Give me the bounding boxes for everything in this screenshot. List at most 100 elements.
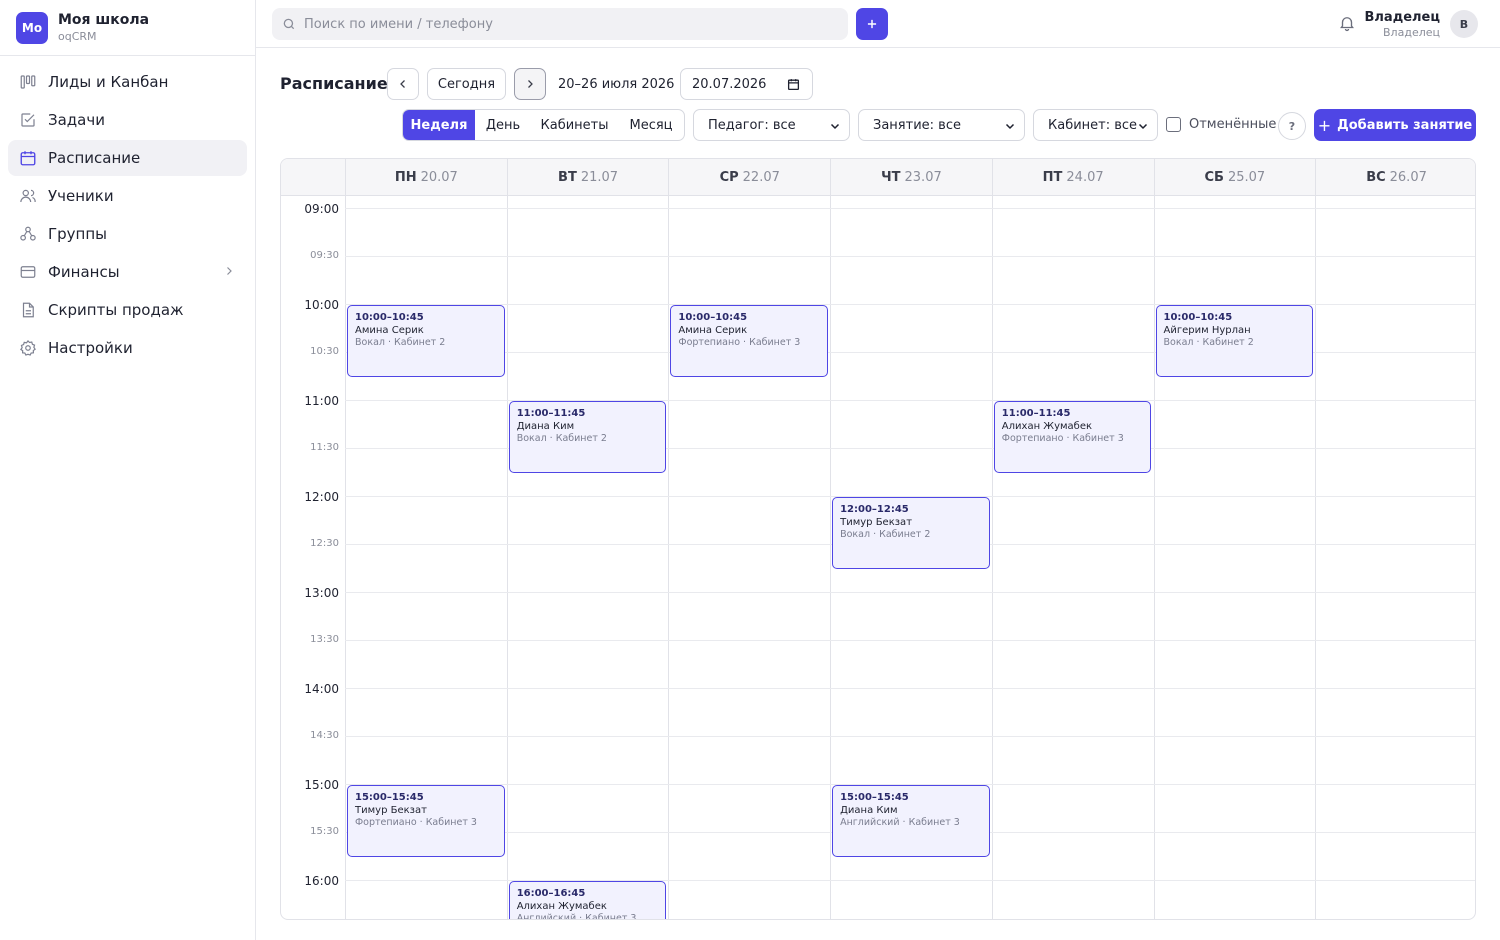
user-role: Владелец	[1383, 26, 1440, 39]
view-tab-1[interactable]: День	[475, 110, 531, 140]
time-label: 11:30	[310, 442, 339, 453]
user-menu[interactable]: Владелец Владелец	[1365, 10, 1441, 41]
chevron-down-icon	[830, 123, 840, 130]
sidebar-item-label: Настройки	[48, 339, 133, 357]
lesson-event[interactable]: 10:00–10:45 Айгерим Нурлан Вокал · Кабинет…	[1155, 305, 1314, 377]
sidebar-item-scripts[interactable]: Скрипты продаж	[8, 292, 247, 328]
search-box[interactable]	[272, 8, 848, 40]
cancelled-label: Отменённые	[1189, 117, 1277, 132]
sidebar-item-label: Расписание	[48, 149, 141, 167]
event-details: Фортепиано · Кабинет 3	[355, 817, 477, 828]
add-lesson-label: Добавить занятие	[1337, 117, 1473, 133]
lesson-event[interactable]: 15:00–15:45 Диана Ким Английский · Кабинет…	[832, 785, 990, 857]
time-label: 10:30	[310, 346, 339, 357]
add-lesson-button[interactable]: + Добавить занятие	[1314, 109, 1476, 141]
quick-add-button[interactable]	[856, 8, 888, 40]
brand[interactable]: Мо Моя школа oqCRM	[0, 0, 255, 56]
room-filter-select[interactable]: Кабинет: все	[1033, 109, 1158, 141]
day-header: ВС 26.07	[1315, 159, 1475, 196]
page-title: Расписание	[280, 74, 388, 93]
time-gridline	[345, 640, 1475, 641]
kanban-icon	[18, 72, 38, 92]
week-range-label: 20–26 июля 2026	[558, 77, 675, 92]
lesson-event[interactable]: 15:00–15:45 Тимур Бекзат Фортепиано · Каби…	[347, 785, 505, 857]
cancelled-checkbox[interactable]	[1166, 117, 1181, 132]
sidebar-item-students[interactable]: Ученики	[8, 178, 247, 214]
room-filter-value: Кабинет: все	[1048, 117, 1138, 133]
document-icon	[18, 300, 38, 320]
lesson-event[interactable]: 12:00–12:45 Тимур Бекзат Вокал · Кабинет 2	[832, 497, 990, 569]
event-student: Диана Ким	[840, 805, 898, 816]
event-student: Айгерим Нурлан	[1163, 325, 1251, 336]
sidebar-item-label: Ученики	[48, 187, 114, 205]
plus-icon	[867, 19, 877, 29]
day-date: 21.07	[580, 170, 619, 185]
sidebar: Мо Моя школа oqCRM Лиды и Канбан Задачи Ра…	[0, 0, 256, 940]
lesson-event[interactable]: 11:00–11:45 Диана Ким Вокал · Кабинет 2	[508, 401, 667, 473]
today-button[interactable]: Сегодня	[427, 68, 506, 100]
day-header: ВТ 21.07	[506, 159, 669, 196]
cancelled-toggle[interactable]: Отменённые	[1166, 117, 1276, 132]
event-student: Диана Ким	[516, 421, 575, 432]
search-input[interactable]	[304, 16, 824, 32]
time-label: 09:30	[310, 250, 339, 261]
sidebar-item-settings[interactable]: Настройки	[8, 330, 247, 366]
prev-week-button[interactable]	[387, 68, 419, 100]
day-of-week: СР	[719, 170, 739, 185]
lesson-event[interactable]: 10:00–10:45 Амина Серик Фортепиано · Кабин…	[670, 305, 829, 377]
view-tab-0[interactable]: Неделя	[403, 110, 475, 140]
calendar-header: ПН 20.07 ВТ 21.07 СР 22.07 ЧТ 23.07 ПТ 24.07 СБ 25.…	[281, 159, 1475, 196]
sidebar-item-label: Задачи	[48, 111, 105, 129]
lesson-event[interactable]: 16:00–16:45 Алихан Жумабек Английский · Ка…	[508, 881, 667, 920]
day-of-week: ПН	[394, 170, 417, 185]
gear-icon	[18, 338, 38, 358]
time-label: 10:00	[304, 298, 339, 312]
date-picker-input[interactable]: 20.07.2026	[680, 68, 813, 100]
day-date: 25.07	[1227, 170, 1266, 185]
day-header: СБ 25.07	[1153, 159, 1316, 196]
event-student: Тимур Бекзат	[840, 517, 913, 528]
time-label: 11:00	[304, 394, 339, 408]
event-time: 15:00–15:45	[840, 792, 909, 803]
day-of-week: ВТ	[558, 170, 577, 185]
day-of-week: ЧТ	[881, 170, 901, 185]
sidebar-item-groups[interactable]: Группы	[8, 216, 247, 252]
view-tab-2[interactable]: Кабинеты	[531, 110, 618, 140]
avatar[interactable]: В	[1450, 10, 1478, 38]
time-label: 15:00	[304, 778, 339, 792]
event-details: Английский · Кабинет 3	[516, 913, 637, 920]
event-details: Вокал · Кабинет 2	[840, 529, 931, 540]
event-details: Фортепиано · Кабинет 3	[678, 337, 801, 348]
calendar-picker-icon[interactable]	[787, 78, 800, 91]
teacher-filter-select[interactable]: Педагог: все	[693, 109, 850, 141]
event-details: Английский · Кабинет 3	[840, 817, 960, 828]
next-week-button[interactable]	[514, 68, 546, 100]
event-student: Алихан Жумабек	[1001, 421, 1093, 432]
lesson-filter-select[interactable]: Занятие: все	[858, 109, 1025, 141]
view-tab-3[interactable]: Месяц	[618, 110, 684, 140]
event-time: 11:00–11:45	[1001, 408, 1071, 419]
lesson-event[interactable]: 10:00–10:45 Амина Серик Вокал · Кабинет 2	[347, 305, 505, 377]
day-of-week: ВС	[1366, 170, 1386, 185]
wallet-icon	[18, 262, 38, 282]
time-label: 13:00	[304, 586, 339, 600]
notifications-button[interactable]	[1338, 14, 1358, 34]
event-details: Вокал · Кабинет 2	[516, 433, 607, 444]
day-header: ПТ 24.07	[991, 159, 1154, 196]
sidebar-item-schedule[interactable]: Расписание	[8, 140, 247, 176]
sidebar-item-leads[interactable]: Лиды и Канбан	[8, 64, 247, 100]
calendar-icon	[18, 148, 38, 168]
sidebar-item-label: Группы	[48, 225, 108, 243]
sidebar-item-finance[interactable]: Финансы	[8, 254, 247, 290]
help-button[interactable]: ?	[1278, 112, 1306, 140]
search-icon	[283, 18, 295, 30]
chevron-right-icon[interactable]	[223, 264, 235, 278]
day-date: 26.07	[1389, 170, 1427, 185]
event-time: 16:00–16:45	[516, 888, 586, 899]
time-label: 15:30	[310, 826, 339, 837]
time-label: 12:00	[304, 490, 339, 504]
sidebar-item-tasks[interactable]: Задачи	[8, 102, 247, 138]
event-student: Алихан Жумабек	[516, 901, 607, 912]
day-header: ПН 20.07	[345, 159, 507, 196]
lesson-event[interactable]: 11:00–11:45 Алихан Жумабек Фортепиано · Ка…	[993, 401, 1152, 473]
